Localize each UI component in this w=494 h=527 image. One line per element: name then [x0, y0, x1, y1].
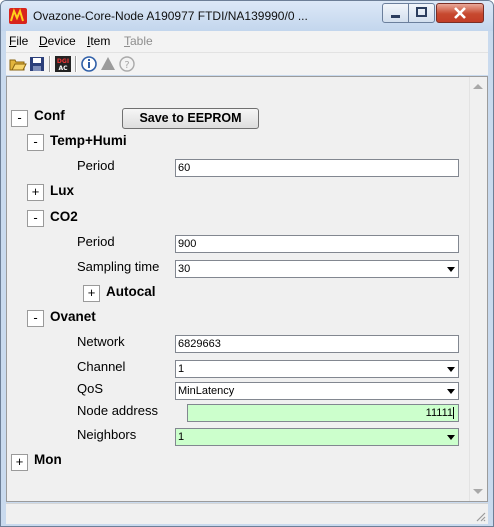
info-icon[interactable] — [80, 55, 98, 73]
co2-toggle[interactable]: - — [27, 210, 44, 227]
toolbar: DGI AC ? — [6, 52, 488, 75]
ovanet-qos-select[interactable]: MinLatency — [175, 382, 459, 400]
close-button[interactable] — [436, 3, 484, 23]
co2-sampling-time-label: Sampling time — [77, 259, 160, 274]
lux-toggle[interactable]: + — [27, 184, 44, 201]
ovanet-node-address-input[interactable]: 11111 — [187, 404, 459, 422]
status-bar — [6, 503, 488, 524]
ovanet-channel-select[interactable]: 1 — [175, 360, 459, 378]
co2-sampling-time-select[interactable]: 30 — [175, 260, 459, 278]
text-cursor — [453, 407, 454, 420]
app-window: Ovazone-Core-Node A190977 FTDI/NA139990/… — [0, 0, 494, 527]
chevron-down-icon — [447, 367, 455, 372]
mon-toggle[interactable]: + — [11, 454, 28, 471]
ovanet-node-address-label: Node address — [77, 403, 158, 418]
co2-period-label: Period — [77, 234, 115, 249]
maximize-icon — [416, 7, 427, 17]
toolbar-separator — [49, 56, 51, 72]
menu-file[interactable]: File — [9, 34, 28, 48]
chevron-down-icon — [447, 435, 455, 440]
co2-period-input[interactable]: 900 — [175, 235, 459, 253]
ovanet-qos-label: QoS — [77, 381, 104, 396]
minimize-icon — [391, 15, 400, 18]
autocal-toggle[interactable]: + — [83, 285, 100, 302]
ovanet-node-label: Ovanet — [50, 309, 96, 324]
ovanet-neighbors-label: Neighbors — [77, 427, 137, 442]
temp-humi-toggle[interactable]: - — [27, 134, 44, 151]
conf-toggle[interactable]: - — [11, 110, 28, 127]
temp-humi-period-label: Period — [77, 158, 115, 173]
open-folder-icon[interactable] — [9, 55, 27, 73]
svg-text:AC: AC — [58, 65, 68, 72]
dig-ac-icon[interactable]: DGI AC — [54, 55, 72, 73]
resize-grip-icon[interactable] — [474, 510, 486, 522]
maximize-button[interactable] — [408, 3, 435, 23]
ovanet-network-label: Network — [77, 334, 125, 349]
temp-humi-period-input[interactable]: 60 — [175, 159, 459, 177]
menu-item[interactable]: Item — [87, 34, 110, 48]
ovanet-node-address-value: 11111 — [425, 407, 453, 419]
tree-panel[interactable]: - Conf Save to EEPROM - Temp+Humi Period… — [6, 76, 488, 502]
ovanet-network-input[interactable]: 6829663 — [175, 335, 459, 353]
ovanet-neighbors-value: 1 — [178, 431, 185, 443]
co2-sampling-time-value: 30 — [178, 263, 191, 275]
conf-node-label: Conf — [34, 108, 65, 123]
toolbar-separator — [75, 56, 77, 72]
co2-node-label: CO2 — [50, 209, 78, 224]
save-icon[interactable] — [28, 55, 46, 73]
warning-icon[interactable] — [99, 55, 117, 73]
title-bar[interactable]: Ovazone-Core-Node A190977 FTDI/NA139990/… — [1, 1, 493, 31]
minimize-button[interactable] — [382, 3, 409, 23]
menu-bar: File Device Item Table — [6, 31, 488, 52]
menu-device[interactable]: Device — [39, 34, 76, 48]
menu-table[interactable]: Table — [124, 34, 153, 48]
svg-text:DGI: DGI — [57, 58, 69, 65]
autocal-node-label: Autocal — [106, 284, 156, 299]
temp-humi-node-label: Temp+Humi — [50, 133, 127, 148]
ovanet-neighbors-select[interactable]: 1 — [175, 428, 459, 446]
window-title: Ovazone-Core-Node A190977 FTDI/NA139990/… — [33, 9, 308, 23]
scroll-up-icon[interactable] — [473, 84, 483, 89]
app-logo-icon — [9, 8, 27, 24]
chevron-down-icon — [447, 267, 455, 272]
ovanet-channel-value: 1 — [178, 363, 185, 375]
vertical-scrollbar[interactable] — [469, 77, 487, 501]
scroll-down-icon[interactable] — [473, 489, 483, 494]
ovanet-toggle[interactable]: - — [27, 310, 44, 327]
close-icon — [454, 7, 466, 19]
save-to-eeprom-button[interactable]: Save to EEPROM — [122, 108, 259, 129]
help-icon[interactable]: ? — [118, 55, 136, 73]
svg-text:?: ? — [124, 60, 129, 71]
chevron-down-icon — [447, 389, 455, 394]
ovanet-qos-value: MinLatency — [178, 385, 235, 397]
mon-node-label: Mon — [34, 452, 62, 467]
ovanet-channel-label: Channel — [77, 359, 126, 374]
lux-node-label: Lux — [50, 183, 75, 198]
